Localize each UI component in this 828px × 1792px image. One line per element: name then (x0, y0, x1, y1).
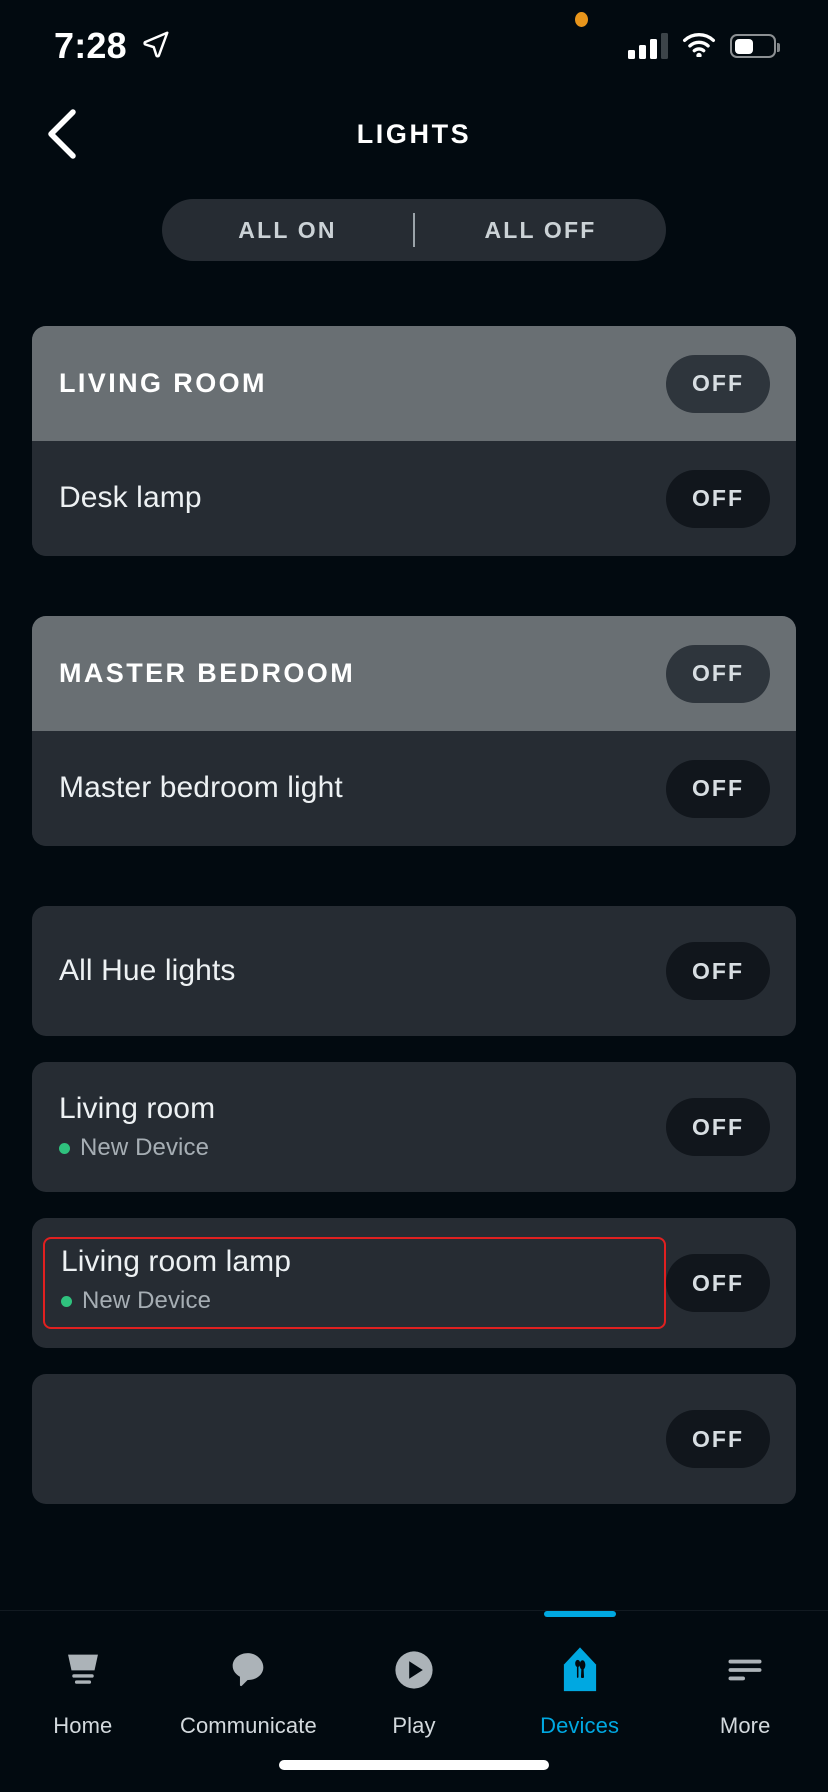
new-device-dot-icon (61, 1295, 72, 1307)
device-names: Master bedroom light (59, 771, 666, 806)
tab-label: Play (392, 1713, 436, 1738)
all-on-button[interactable]: ALL ON (162, 199, 413, 261)
device-card[interactable]: Living room lamp New Device OFF (32, 1218, 796, 1348)
group-header[interactable]: LIVING ROOM OFF (32, 326, 796, 441)
group-power-toggle[interactable]: OFF (666, 354, 770, 413)
app-screen: 7:28 LIGHTS ALL ON ALL OFF LIVING ROOM O… (0, 0, 828, 1792)
page-title: LIGHTS (356, 118, 472, 149)
navigation-bar: LIGHTS (0, 92, 828, 176)
devices-house-icon (557, 1641, 603, 1699)
bottom-tab-bar: Home Communicate Play Devices More (0, 1610, 828, 1792)
microphone-active-indicator-icon (575, 12, 588, 27)
device-power-toggle[interactable]: OFF (666, 1098, 770, 1156)
device-subtitle: New Device (61, 1287, 638, 1315)
new-device-dot-icon (59, 1142, 70, 1154)
device-power-toggle[interactable]: OFF (666, 469, 770, 528)
device-names: All Hue lights (59, 954, 666, 989)
device-name: Living room lamp (61, 1244, 292, 1278)
device-power-toggle[interactable]: OFF (666, 1410, 770, 1468)
battery-icon (730, 34, 780, 58)
device-list[interactable]: LIVING ROOM OFF Desk lamp OFF MASTER BED… (0, 284, 828, 1792)
tab-label: Devices (540, 1713, 620, 1738)
device-name: All Hue lights (59, 953, 236, 987)
status-bar-time: 7:28 (54, 25, 127, 66)
all-off-button[interactable]: ALL OFF (415, 199, 666, 261)
tab-active-indicator (378, 1611, 450, 1617)
bulk-controls: ALL ON ALL OFF (0, 176, 828, 284)
device-subtitle: New Device (59, 1134, 666, 1162)
home-indicator (279, 1760, 549, 1770)
tab-label: Communicate (179, 1713, 317, 1738)
device-names: Desk lamp (59, 481, 666, 516)
group-name: MASTER BEDROOM (59, 658, 356, 688)
back-button[interactable] (34, 106, 90, 162)
tab-active-indicator (709, 1611, 781, 1617)
device-subtitle-label: New Device (80, 1134, 210, 1162)
tab-label: Home (53, 1713, 113, 1738)
device-group-master-bedroom: MASTER BEDROOM OFF Master bedroom light … (32, 616, 796, 846)
cellular-signal-icon (628, 33, 668, 59)
device-card-partial[interactable]: OFF (32, 1374, 796, 1504)
device-name: Master bedroom light (59, 771, 343, 805)
location-arrow-icon (141, 29, 171, 64)
device-card[interactable]: Living room New Device OFF (32, 1062, 796, 1192)
status-bar-indicators (628, 31, 780, 62)
tab-home[interactable]: Home (0, 1625, 166, 1792)
more-lines-icon (722, 1641, 768, 1699)
all-on-off-segmented-control: ALL ON ALL OFF (162, 199, 666, 261)
tab-label: More (719, 1713, 771, 1738)
home-icon (60, 1641, 106, 1699)
device-power-toggle[interactable]: OFF (666, 1254, 770, 1312)
device-row[interactable]: Master bedroom light OFF (32, 731, 796, 846)
device-card[interactable]: All Hue lights OFF (32, 906, 796, 1036)
tab-active-indicator (212, 1611, 284, 1617)
device-names: Living room New Device (59, 1092, 666, 1163)
speech-bubble-icon (225, 1641, 271, 1699)
wifi-icon (682, 31, 716, 62)
device-name: Living room (59, 1091, 216, 1125)
tab-more[interactable]: More (662, 1625, 828, 1792)
play-circle-icon (390, 1641, 438, 1699)
group-power-toggle[interactable]: OFF (666, 644, 770, 703)
tab-active-indicator (47, 1611, 119, 1617)
group-name: LIVING ROOM (59, 368, 267, 398)
device-power-toggle[interactable]: OFF (666, 942, 770, 1000)
device-group-living-room: LIVING ROOM OFF Desk lamp OFF (32, 326, 796, 556)
device-power-toggle[interactable]: OFF (666, 759, 770, 818)
device-subtitle-label: New Device (82, 1287, 212, 1315)
highlighted-device-names: Living room lamp New Device (43, 1236, 666, 1330)
group-header[interactable]: MASTER BEDROOM OFF (32, 616, 796, 731)
device-row[interactable]: Desk lamp OFF (32, 441, 796, 556)
device-name: Desk lamp (59, 481, 202, 515)
status-bar: 7:28 (0, 0, 828, 92)
tab-active-indicator (543, 1611, 616, 1617)
